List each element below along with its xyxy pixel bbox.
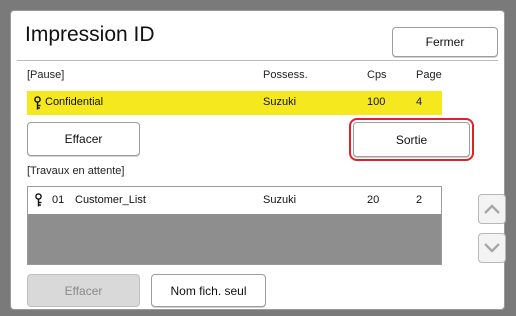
dialog-title: Impression ID [25,23,155,46]
key-icon [33,96,42,113]
paused-job-owner: Suzuki [263,96,297,108]
filename-only-button[interactable]: Nom fich. seul [151,274,266,307]
waiting-job-name: Customer_List [75,194,146,206]
chevron-up-icon [484,204,500,214]
paused-job-row[interactable]: Confidential Suzuki 100 4 [27,91,442,115]
scroll-down-button[interactable] [478,233,506,263]
column-copies: Cps [367,69,387,81]
paused-job-name: Confidential [45,96,104,108]
chevron-down-icon [484,243,500,253]
waiting-job-number: 01 [52,194,65,206]
impression-id-dialog: Impression ID Fermer [Pause] Possess. Cp… [10,10,506,310]
close-button[interactable]: Fermer [392,27,498,57]
waiting-section-label: [Travaux en attente] [27,165,125,177]
column-owner: Possess. [263,69,308,81]
waiting-job-page: 2 [416,194,423,206]
key-icon [34,193,43,210]
waiting-jobs-list: 01 Customer_List Suzuki 20 2 [27,186,442,265]
paused-job-copies: 100 [367,96,386,108]
paused-section-label: [Pause] [27,69,65,81]
waiting-job-row[interactable]: 01 Customer_List Suzuki 20 2 [28,187,441,214]
output-button-highlight [349,118,474,161]
waiting-job-owner: Suzuki [263,194,297,206]
scroll-up-button[interactable] [478,194,506,224]
waiting-delete-button[interactable]: Effacer [27,274,140,307]
title-divider [17,60,498,61]
waiting-job-copies: 20 [367,194,380,206]
paused-job-page: 4 [416,96,423,108]
paused-delete-button[interactable]: Effacer [27,122,140,156]
column-page: Page [416,69,442,81]
